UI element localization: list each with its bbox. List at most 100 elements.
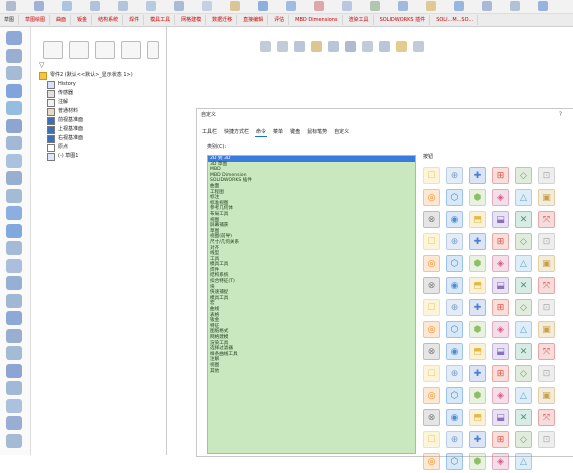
side-tool-icon[interactable] [6,398,22,413]
command-button-icon[interactable]: ⊕ [446,431,463,448]
filter-icon[interactable]: ▽ [39,61,44,69]
side-tool-icon[interactable] [6,328,22,343]
side-tool-icon[interactable] [6,206,22,220]
dialog-tab-4[interactable]: 键盘 [289,127,301,137]
command-button-icon[interactable]: ✕ [515,343,532,360]
command-button-icon[interactable]: ⬓ [492,277,509,294]
toolbar-tool-icon[interactable] [62,1,72,11]
toolbar-tool-icon[interactable] [482,1,492,11]
command-button-icon[interactable]: △ [515,453,532,470]
command-button-icon[interactable]: ⬡ [446,255,463,272]
tab-8[interactable]: 数据迁移 [208,15,238,25]
category-item[interactable]: 其他 [208,369,415,375]
command-button-icon[interactable]: ◇ [515,365,532,382]
tree-item[interactable]: History [47,80,133,89]
command-button-icon[interactable]: ◇ [515,233,532,250]
command-button-icon[interactable]: ◎ [423,453,440,470]
command-button-icon[interactable]: ◎ [423,387,440,404]
command-button-icon[interactable]: ✚ [469,167,486,184]
toolbar-tool-icon[interactable] [370,1,380,11]
view-tool-icon[interactable] [396,41,407,52]
command-button-icon[interactable]: ⊡ [538,299,555,316]
command-button-icon[interactable]: ⊞ [492,233,509,250]
side-tool-icon[interactable] [6,83,22,98]
command-button-icon[interactable]: ⊕ [446,167,463,184]
dialog-tab-1[interactable]: 快捷方式栏 [223,127,250,137]
command-button-icon[interactable]: ◎ [423,255,440,272]
tab-1[interactable]: 草图绘图 [21,15,51,25]
command-button-icon[interactable]: ✕ [515,277,532,294]
view-tool-icon[interactable] [328,41,339,52]
toolbar-tool-icon[interactable] [286,1,296,11]
tab-3[interactable]: 钣金 [73,15,93,25]
view-tool-icon[interactable] [294,41,305,52]
command-button-icon[interactable]: ◉ [446,343,463,360]
side-tool-icon[interactable] [6,118,22,133]
view-tool-icon[interactable] [311,41,322,52]
command-button-icon[interactable]: ☐ [423,431,440,448]
tree-item[interactable]: 前视基准面 [47,116,133,125]
tab-11[interactable]: MBD Dimensions [291,15,343,25]
command-button-icon[interactable]: ⬓ [492,343,509,360]
command-button-icon[interactable]: ⬢ [469,387,486,404]
side-tool-icon[interactable] [6,258,22,273]
side-tool-icon[interactable] [6,223,22,238]
config-tab-icon[interactable] [95,41,115,59]
command-button-icon[interactable]: ☐ [423,299,440,316]
command-button-icon[interactable]: ⤧ [538,277,555,294]
side-tool-icon[interactable] [6,293,22,308]
view-tool-icon[interactable] [379,41,390,52]
command-button-icon[interactable]: ◈ [492,453,509,470]
command-button-icon[interactable]: ✚ [469,233,486,250]
command-button-icon[interactable]: ⊗ [423,343,440,360]
tab-2[interactable]: 曲面 [52,15,72,25]
category-list[interactable]: 2D 到 3D 3D 草图 MBD MBD Dimension SOLIDWORKS 插… [207,155,416,454]
view-tool-icon[interactable] [362,41,373,52]
command-button-icon[interactable]: ⬢ [469,255,486,272]
side-tool-icon[interactable] [6,346,22,360]
toolbar-tool-icon[interactable] [202,1,212,11]
toolbar-tool-icon[interactable] [342,1,352,11]
dialog-tab-2[interactable]: 命令 [255,127,268,137]
tree-item[interactable]: 注解 [47,98,133,107]
command-button-icon[interactable]: ⤧ [538,211,555,228]
tree-root[interactable]: 零件2 (默认<<默认>_显示状态 1>) [39,71,133,80]
command-button-icon[interactable]: ⊡ [538,233,555,250]
command-button-icon[interactable]: ⬡ [446,387,463,404]
command-button-icon[interactable]: ⬡ [446,189,463,206]
tab-12[interactable]: 渲染工具 [345,15,374,25]
tab-14[interactable]: SOLI...M...SO... [432,15,479,25]
command-button-icon[interactable]: ⊞ [492,299,509,316]
side-tool-icon[interactable] [6,31,22,45]
command-button-icon[interactable]: ✚ [469,431,486,448]
command-button-icon[interactable]: ◈ [492,189,509,206]
side-tool-icon[interactable] [6,66,22,80]
toolbar-tool-icon[interactable] [314,1,324,11]
view-tool-icon[interactable] [260,41,271,52]
toolbar-tool-icon[interactable] [230,1,240,11]
side-tool-icon[interactable] [6,363,22,378]
command-button-icon[interactable]: △ [515,387,532,404]
command-button-icon[interactable]: ⬢ [469,321,486,338]
feature-tree-tab-icon[interactable] [43,41,63,59]
side-tool-icon[interactable] [6,381,22,395]
toolbar-tool-icon[interactable] [426,1,436,11]
tab-7[interactable]: 网格建模 [177,15,207,25]
tab-4[interactable]: 结构系统 [94,15,124,25]
command-button-icon[interactable]: ⊡ [538,167,555,184]
side-tool-icon[interactable] [6,101,22,115]
display-tab-icon[interactable] [147,41,159,59]
command-button-icon[interactable]: ☐ [423,167,440,184]
tree-item[interactable]: 原点 [47,143,133,152]
command-button-icon[interactable]: ⤧ [538,409,555,426]
command-button-icon[interactable]: ▣ [538,321,555,338]
toolbar-tool-icon[interactable] [454,1,464,11]
command-button-icon[interactable]: ◈ [492,255,509,272]
tab-5[interactable]: 焊件 [125,15,145,25]
command-button-icon[interactable]: ⬢ [469,189,486,206]
dim-xpert-tab-icon[interactable] [121,41,141,59]
command-button-icon[interactable]: ◎ [423,189,440,206]
view-tool-icon[interactable] [277,41,288,52]
side-tool-icon[interactable] [6,188,22,203]
command-button-icon[interactable]: ▣ [538,189,555,206]
